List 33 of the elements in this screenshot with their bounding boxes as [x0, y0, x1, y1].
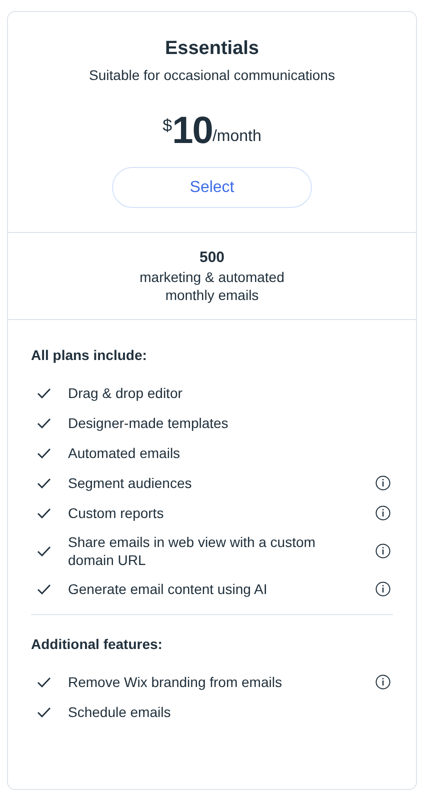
price-amount: 10	[172, 109, 212, 153]
section-heading: All plans include:	[31, 346, 148, 365]
feature-label: Share emails in web view with a custom domain URL	[68, 533, 316, 569]
feature-label: Custom reports	[68, 504, 165, 522]
check-icon	[37, 448, 51, 458]
feature-label: Remove Wix branding from emails	[68, 673, 283, 691]
info-icon[interactable]	[375, 674, 391, 690]
check-icon	[37, 706, 51, 718]
feature-label: Segment audiences	[68, 474, 193, 492]
feature-label: Designer-made templates	[68, 414, 230, 432]
feature-label: Schedule emails	[68, 703, 172, 721]
quota-description: marketing & automated monthly emails	[138, 268, 286, 304]
check-icon	[37, 418, 51, 428]
feature-label: Generate email content using AI	[68, 580, 268, 598]
price-period: /month	[212, 127, 262, 147]
plan-title: Essentials	[165, 37, 259, 61]
section-heading: Additional features:	[31, 635, 164, 654]
plan-subtitle: Suitable for occasional communications	[89, 66, 335, 85]
email-quota: 500	[199, 248, 225, 268]
currency-symbol: $	[162, 115, 172, 137]
select-button[interactable]: Select	[112, 167, 312, 208]
check-icon	[37, 478, 51, 488]
feature-label: Drag & drop editor	[68, 384, 184, 402]
info-icon[interactable]	[375, 581, 391, 597]
check-icon	[37, 388, 51, 398]
check-icon	[37, 676, 51, 688]
check-icon	[37, 584, 51, 594]
feature-label: Automated emails	[68, 444, 182, 462]
check-icon	[37, 508, 51, 518]
info-icon[interactable]	[375, 475, 391, 491]
check-icon	[37, 546, 51, 556]
info-icon[interactable]	[375, 543, 391, 559]
info-icon[interactable]	[375, 505, 391, 521]
